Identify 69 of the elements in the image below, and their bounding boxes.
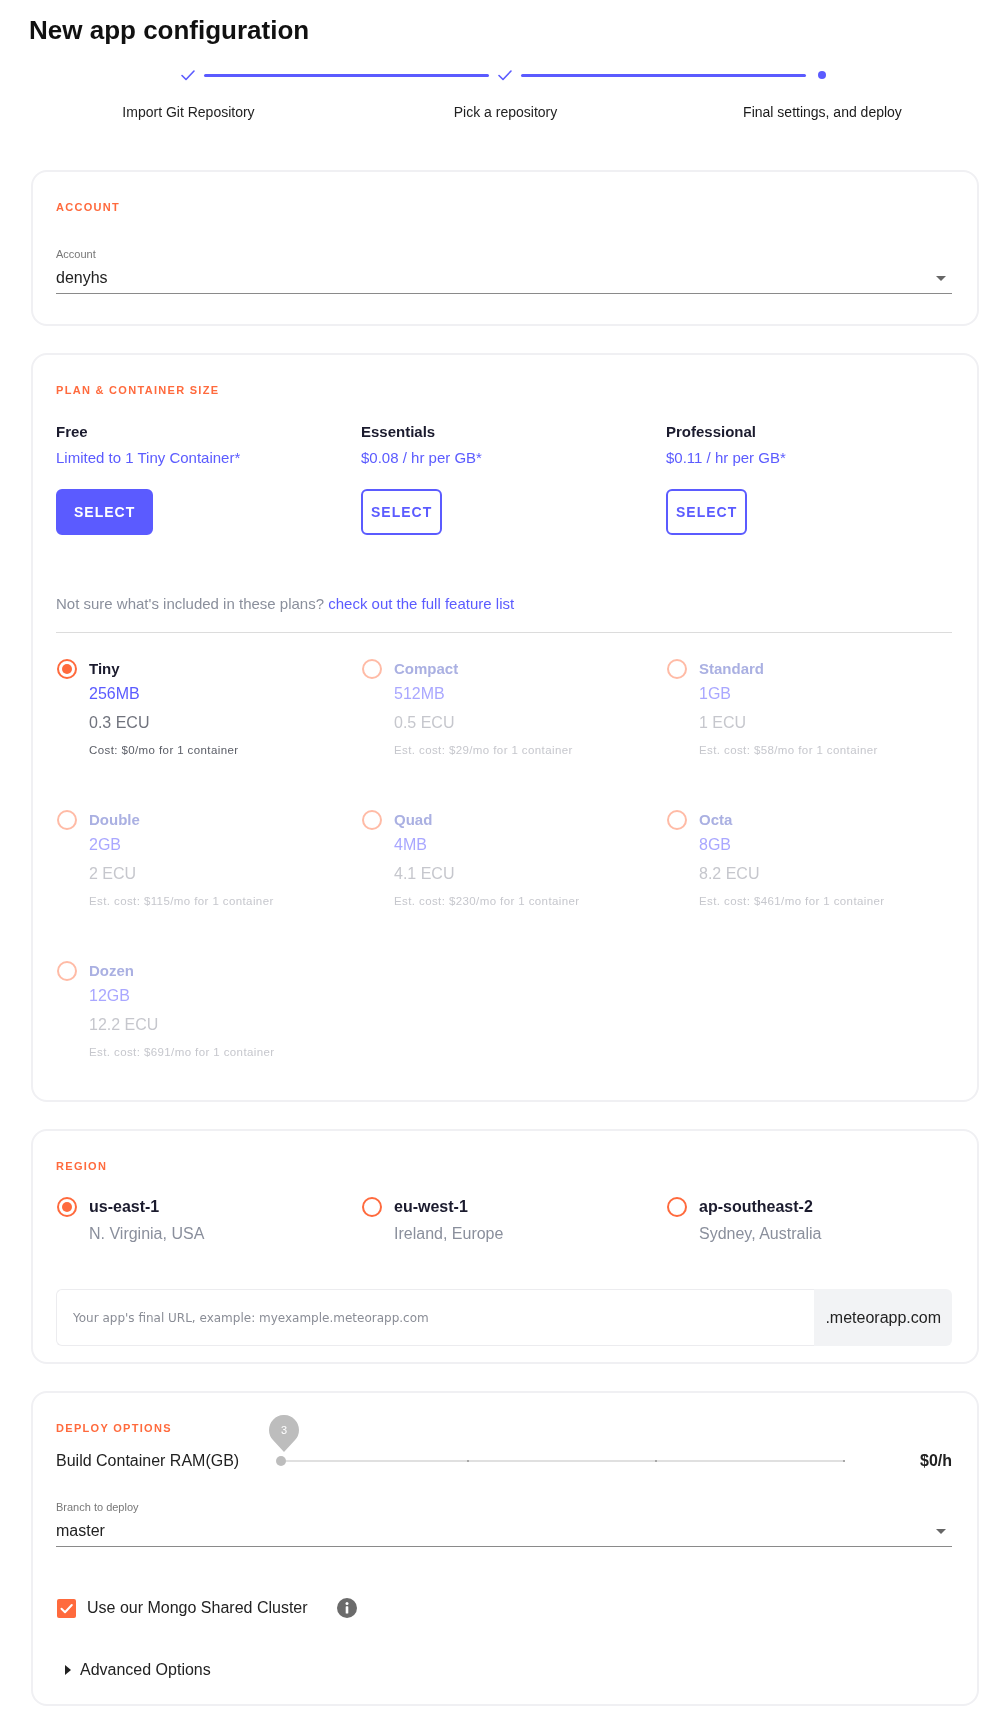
size-memory: 1GB — [699, 684, 731, 704]
plan-name: Essentials — [361, 422, 436, 442]
region-name: ap-southeast-2 — [699, 1197, 813, 1217]
radio-button[interactable] — [667, 1197, 687, 1217]
region-location: N. Virginia, USA — [89, 1224, 205, 1244]
slider-label: Build Container RAM(GB) — [56, 1451, 241, 1471]
step-label: Import Git Repository — [122, 103, 255, 121]
size-memory: 256MB — [89, 684, 140, 704]
region-name: eu-west-1 — [394, 1197, 468, 1217]
section-heading: ACCOUNT — [56, 200, 121, 214]
plans-note: Not sure what's included in these plans? check out the full feature list — [56, 594, 515, 614]
url-input-field[interactable]: Your app's final URL, example: myexample.meteorapp.com — [56, 1289, 815, 1346]
checkbox-label[interactable]: Use our Mongo Shared Cluster — [87, 1598, 308, 1618]
price-per-hour: $0/h — [920, 1451, 952, 1471]
size-ecu: 4.1 ECU — [394, 864, 455, 884]
size-name: Octa — [699, 810, 733, 830]
size-cost: Est. cost: $230/mo for 1 container — [394, 894, 580, 909]
feature-list-link[interactable]: check out the full feature list — [328, 595, 515, 612]
checkbox[interactable] — [57, 1598, 76, 1618]
size-memory: 12GB — [89, 986, 130, 1006]
select-button[interactable]: SELECT — [56, 489, 154, 535]
size-ecu: 2 ECU — [89, 864, 137, 884]
radio-button[interactable] — [57, 659, 77, 679]
branch-select[interactable]: Branch to deploy master — [56, 1500, 952, 1547]
page-title: New app configuration — [29, 14, 310, 46]
size-name: Double — [89, 810, 140, 830]
plan-price: $0.11 / hr per GB* — [666, 448, 786, 468]
size-memory: 2GB — [89, 835, 121, 855]
size-ecu: 0.5 ECU — [394, 713, 455, 733]
value-tooltip: 3 — [269, 1415, 299, 1452]
info-icon[interactable] — [336, 1598, 357, 1618]
size-ecu: 8.2 ECU — [699, 864, 760, 884]
step-label: Pick a repository — [453, 103, 558, 121]
step-label: Final settings, and deploy — [743, 103, 902, 121]
advanced-options-toggle[interactable]: Advanced Options — [65, 1660, 211, 1680]
size-name: Tiny — [89, 659, 120, 679]
section-heading: PLAN & CONTAINER SIZE — [56, 383, 220, 397]
radio-button[interactable] — [57, 1197, 77, 1217]
region-name: us-east-1 — [89, 1197, 160, 1217]
dropdown-caret-icon — [936, 1528, 946, 1534]
region-location: Ireland, Europe — [394, 1224, 504, 1244]
dropdown-caret-icon — [936, 275, 946, 281]
plan-price: $0.08 / hr per GB* — [361, 448, 482, 468]
size-name: Dozen — [89, 961, 134, 981]
region-location: Sydney, Australia — [699, 1224, 822, 1244]
account-select[interactable]: Account denyhs — [56, 247, 952, 294]
slider-thumb[interactable] — [276, 1456, 286, 1466]
size-name: Standard — [699, 659, 764, 679]
plan-price: Limited to 1 Tiny Container* — [56, 448, 241, 468]
select-button[interactable]: SELECT — [666, 489, 748, 535]
size-cost: Cost: $0/mo for 1 container — [89, 743, 239, 758]
domain-suffix: .meteorapp.com — [814, 1289, 952, 1346]
size-memory: 512MB — [394, 684, 445, 704]
size-memory: 4MB — [394, 835, 427, 855]
size-cost: Est. cost: $691/mo for 1 container — [89, 1045, 275, 1060]
plan-name: Professional — [666, 422, 757, 442]
size-ecu: 1 ECU — [699, 713, 747, 733]
size-name: Compact — [394, 659, 459, 679]
radio-button[interactable] — [362, 1197, 382, 1217]
section-heading: REGION — [56, 1159, 108, 1173]
size-ecu: 12.2 ECU — [89, 1015, 159, 1035]
caret-icon — [65, 1665, 71, 1675]
size-name: Quad — [394, 810, 433, 830]
size-memory: 8GB — [699, 835, 731, 855]
size-ecu: 0.3 ECU — [89, 713, 150, 733]
plan-name: Free — [56, 422, 88, 442]
select-button[interactable]: SELECT — [361, 489, 443, 535]
size-cost: Est. cost: $461/mo for 1 container — [699, 894, 885, 909]
section-heading: DEPLOY OPTIONS — [56, 1421, 172, 1435]
